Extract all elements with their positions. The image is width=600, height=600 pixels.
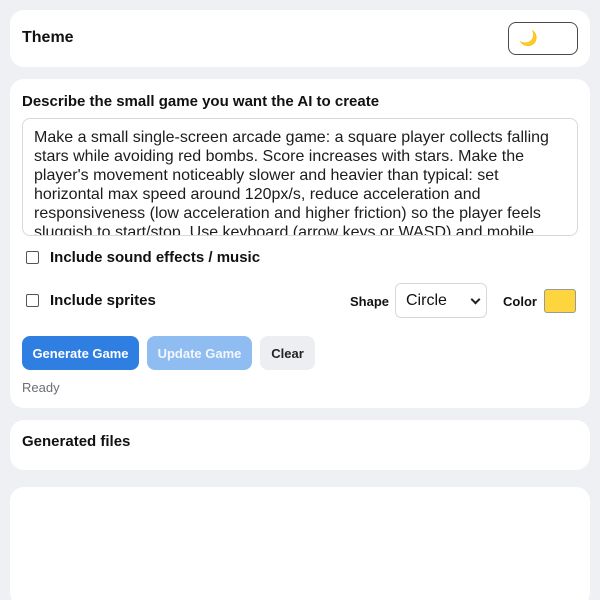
game-preview-panel [10, 487, 590, 600]
sprites-label: Include sprites [50, 292, 156, 309]
color-label: Color [503, 294, 537, 309]
generated-files-panel: Generated files [10, 420, 590, 470]
shape-label: Shape [350, 294, 390, 309]
theme-panel: Theme 🌙 [10, 10, 590, 67]
prompt-label: Describe the small game you want the AI … [22, 93, 380, 110]
theme-toggle-button[interactable]: 🌙 [508, 22, 578, 55]
sprites-option[interactable]: Include sprites [26, 292, 156, 309]
generated-files-title: Generated files [22, 433, 131, 450]
prompt-textarea[interactable]: Make a small single-screen arcade game: … [22, 118, 578, 236]
game-prompt-panel: Describe the small game you want the AI … [10, 79, 590, 408]
status-text: Ready [22, 380, 60, 395]
generate-game-button[interactable]: Generate Game [22, 336, 139, 370]
chevron-down-icon [470, 294, 481, 305]
clear-button[interactable]: Clear [260, 336, 315, 370]
shape-select-value: Circle [406, 292, 447, 309]
color-picker[interactable] [544, 289, 576, 313]
sound-label: Include sound effects / music [50, 249, 261, 266]
sound-checkbox[interactable] [26, 251, 39, 264]
theme-title: Theme [22, 29, 74, 46]
sound-option[interactable]: Include sound effects / music [26, 249, 260, 266]
shape-select[interactable]: Circle [395, 283, 487, 318]
sprites-checkbox[interactable] [26, 294, 39, 307]
update-game-button[interactable]: Update Game [147, 336, 252, 370]
moon-icon: 🌙 [519, 29, 538, 47]
